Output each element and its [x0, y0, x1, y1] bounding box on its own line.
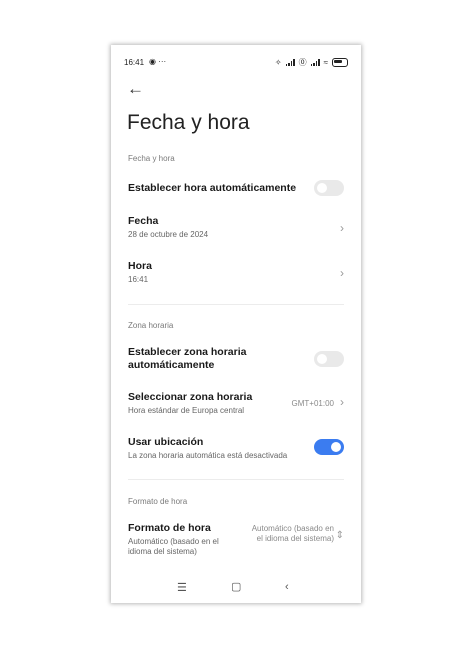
auto-time-label: Establecer hora automáticamente — [128, 182, 297, 194]
status-bar: 16:41 ◉ ··· ✧ ⓪ ≈ — [111, 45, 361, 79]
section-label-timezone: Zona horaria — [128, 321, 174, 330]
use-location-label: Usar ubicación — [128, 436, 204, 448]
chevron-right-icon: › — [340, 221, 344, 235]
home-icon[interactable]: ▢ — [231, 580, 241, 593]
use-location-row[interactable]: Usar ubicación La zona horaria automátic… — [128, 436, 344, 464]
date-row[interactable]: Fecha 28 de octubre de 2024 › — [128, 215, 344, 243]
time-row[interactable]: Hora 16:41 › — [128, 260, 344, 288]
status-time: 16:41 — [124, 58, 145, 67]
date-label: Fecha — [128, 215, 159, 227]
wifi-icon: ≈ — [323, 58, 328, 67]
chevron-right-icon: › — [340, 395, 344, 409]
signal-icon — [285, 59, 295, 66]
ring-icon: ⓪ — [298, 58, 307, 67]
menu-icon[interactable]: ☰ — [177, 581, 187, 594]
auto-timezone-toggle[interactable] — [314, 351, 344, 367]
use-location-sub: La zona horaria automática está desactiv… — [128, 451, 288, 460]
signal-icon — [310, 59, 320, 66]
navigation-bar: ☰ ▢ ‹ — [111, 575, 361, 603]
time-format-value: Automático (basado en el idioma del sist… — [251, 524, 334, 543]
divider — [128, 479, 344, 480]
use-location-toggle[interactable] — [314, 439, 344, 455]
time-format-sub: Automático (basado en el idioma del sist… — [128, 537, 219, 556]
back-icon[interactable]: ‹ — [285, 581, 289, 593]
back-arrow-icon[interactable]: ← — [127, 79, 144, 99]
auto-timezone-row[interactable]: Establecer zona horaria automáticamente — [128, 346, 344, 374]
status-icons: ✧ ⓪ ≈ — [275, 57, 348, 68]
time-format-row[interactable]: Formato de hora Automático (basado en el… — [128, 522, 344, 562]
toggle-knob — [317, 354, 327, 364]
auto-timezone-label: Establecer zona horaria automáticamente — [128, 346, 247, 371]
battery-icon — [332, 58, 348, 67]
time-value: 16:41 — [128, 275, 149, 284]
phone-screen: 16:41 ◉ ··· ✧ ⓪ ≈ ← Fecha y hora Fecha y… — [111, 45, 361, 603]
chevron-right-icon: › — [340, 266, 344, 280]
section-label-date-time: Fecha y hora — [128, 154, 175, 163]
divider — [128, 304, 344, 305]
status-left-icons: ◉ ··· — [149, 57, 167, 66]
auto-time-toggle[interactable] — [314, 180, 344, 196]
chevron-up-down-icon[interactable]: ⇕ — [336, 530, 344, 541]
toggle-knob — [317, 183, 327, 193]
toggle-knob — [331, 442, 341, 452]
auto-time-row[interactable]: Establecer hora automáticamente — [128, 180, 344, 196]
date-value: 28 de octubre de 2024 — [128, 230, 209, 239]
vibrate-icon: ✧ — [274, 58, 282, 67]
page-title: Fecha y hora — [127, 111, 250, 134]
section-label-format: Formato de hora — [128, 497, 188, 506]
timezone-value: GMT+01:00 — [291, 399, 334, 408]
select-timezone-row[interactable]: Seleccionar zona horaria Hora estándar d… — [128, 391, 344, 419]
time-label: Hora — [128, 260, 152, 272]
